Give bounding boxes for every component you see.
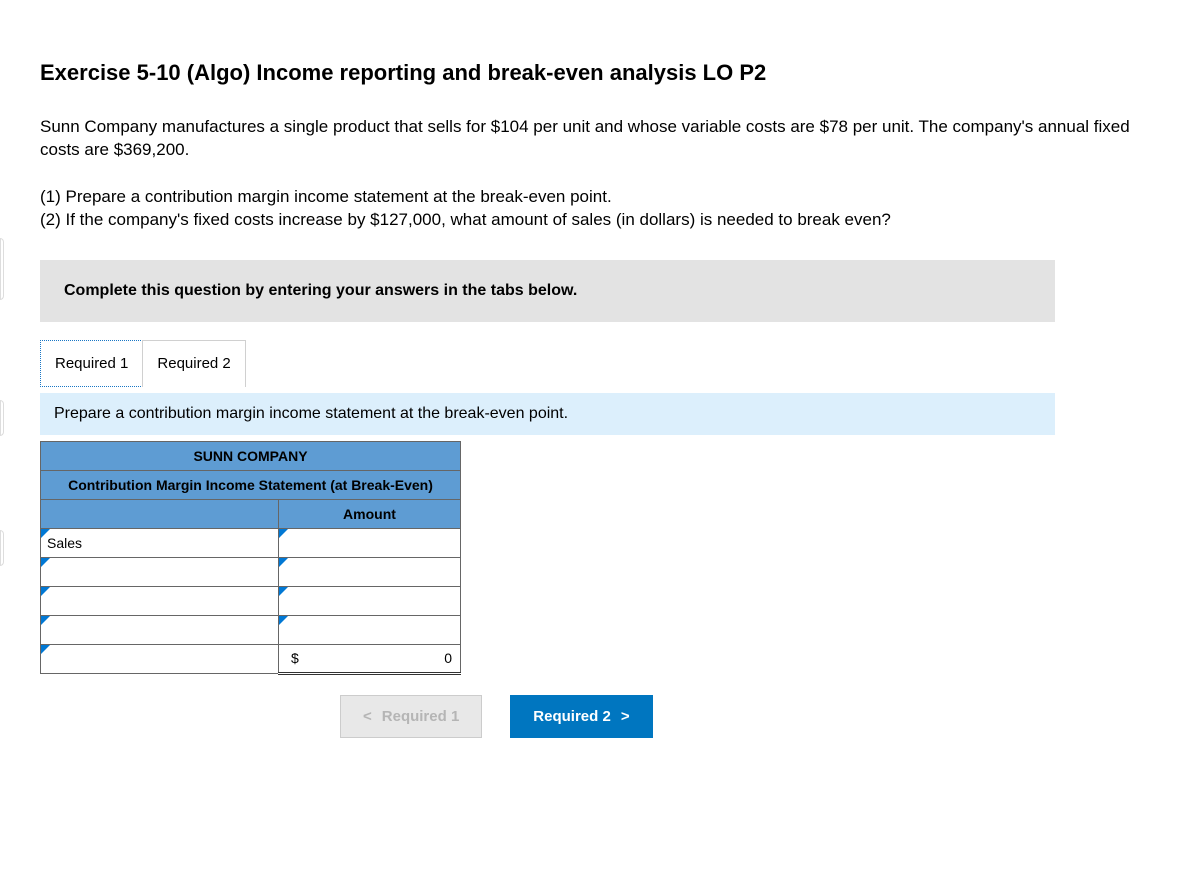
dropdown-indicator-icon (279, 587, 288, 596)
tabs-container: Required 1 Required 2 (40, 340, 1160, 387)
chevron-right-icon: > (621, 708, 630, 725)
table-row (41, 615, 461, 644)
prev-required-button: < Required 1 (340, 695, 482, 738)
table-row (41, 557, 461, 586)
tab-required-2[interactable]: Required 2 (142, 340, 245, 387)
table-row (41, 586, 461, 615)
total-value: 0 (444, 650, 454, 666)
question-1: (1) Prepare a contribution margin income… (40, 186, 1160, 209)
next-required-button[interactable]: Required 2 > (510, 695, 652, 738)
row-label-input[interactable]: Sales (41, 528, 279, 557)
income-statement-table: SUNN COMPANY Contribution Margin Income … (40, 441, 461, 675)
row-value-input[interactable] (279, 586, 461, 615)
dropdown-indicator-icon (41, 616, 50, 625)
table-blank-header (41, 499, 279, 528)
tab-instruction: Prepare a contribution margin income sta… (40, 393, 1055, 435)
sub-questions: (1) Prepare a contribution margin income… (40, 186, 1160, 232)
dropdown-indicator-icon (279, 558, 288, 567)
instruction-bar: Complete this question by entering your … (40, 260, 1055, 322)
dropdown-indicator-icon (279, 529, 288, 538)
table-row: Sales (41, 528, 461, 557)
row-label-input[interactable] (41, 644, 279, 673)
problem-statement: Sunn Company manufactures a single produ… (40, 116, 1160, 162)
row-label-input[interactable] (41, 586, 279, 615)
currency-symbol: $ (285, 650, 299, 666)
exercise-title: Exercise 5-10 (Algo) Income reporting an… (40, 60, 1160, 86)
row-value-input[interactable] (279, 557, 461, 586)
dropdown-indicator-icon (41, 558, 50, 567)
left-rail-tab[interactable] (0, 530, 4, 566)
row-value-input[interactable] (279, 528, 461, 557)
row-value-input[interactable] (279, 615, 461, 644)
chevron-left-icon: < (363, 708, 372, 725)
row-label-input[interactable] (41, 557, 279, 586)
table-company-header: SUNN COMPANY (41, 441, 461, 470)
dropdown-indicator-icon (41, 645, 50, 654)
tab-required-1[interactable]: Required 1 (40, 340, 143, 387)
left-rail-tab[interactable] (0, 238, 4, 300)
row-label-input[interactable] (41, 615, 279, 644)
dropdown-indicator-icon (41, 587, 50, 596)
table-subtitle: Contribution Margin Income Statement (at… (41, 470, 461, 499)
next-button-label: Required 2 (533, 708, 611, 725)
row-label-text: Sales (47, 535, 82, 551)
left-rail-tab[interactable] (0, 400, 4, 436)
dropdown-indicator-icon (279, 616, 288, 625)
dropdown-indicator-icon (41, 529, 50, 538)
row-total-value: $ 0 (279, 644, 461, 673)
table-amount-header: Amount (279, 499, 461, 528)
prev-button-label: Required 1 (382, 708, 460, 725)
table-row-total: $ 0 (41, 644, 461, 673)
question-2: (2) If the company's fixed costs increas… (40, 209, 1160, 232)
nav-buttons: < Required 1 Required 2 > (340, 695, 1160, 738)
